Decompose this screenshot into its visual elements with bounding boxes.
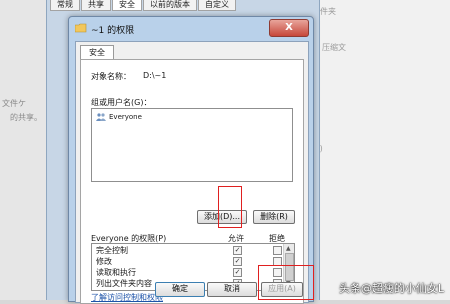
tab-sharing[interactable]: 共享 (81, 0, 111, 11)
users-icon (96, 113, 106, 121)
bg-left-text: 文件ケ (2, 99, 26, 108)
group-users-label: 组或用户名(G)： (91, 98, 152, 107)
dialog-client: 安全 对象名称： D:\~1 组或用户名(G)： Everyone 添加(D).… (75, 41, 309, 304)
title-bar[interactable]: ~1 的权限 X (69, 17, 313, 39)
cancel-button[interactable]: 取消 (207, 282, 257, 297)
close-button[interactable]: X (269, 19, 309, 37)
ok-button[interactable]: 确定 (155, 282, 205, 297)
bg-right-text: 压缩文 (322, 43, 346, 52)
object-name-label: 对象名称： (91, 72, 131, 81)
user-name: Everyone (109, 113, 142, 121)
allow-checkbox[interactable]: ✓ (233, 246, 242, 255)
watermark-text: 头条@超瘦的小仙女L (338, 282, 444, 295)
deny-checkbox[interactable] (273, 246, 282, 255)
dialog-title: ~1 的权限 (91, 26, 135, 36)
access-control-link[interactable]: 了解访问控制和权限 (91, 292, 163, 303)
allow-column-highlight (218, 186, 242, 228)
allow-checkbox[interactable]: ✓ (233, 268, 242, 277)
background-right-panel: 文件夹 压缩文 (P ... (L) (310, 0, 450, 300)
tab-general[interactable]: 常规 (50, 0, 80, 11)
apply-button-highlight (258, 265, 314, 300)
tab-previous-versions[interactable]: 以前的版本 (143, 0, 197, 11)
tab-security-perm[interactable]: 安全 (80, 45, 114, 60)
user-list[interactable]: Everyone (91, 108, 293, 182)
allow-checkbox[interactable]: ✓ (233, 257, 242, 266)
scroll-up-icon[interactable]: ▲ (286, 245, 291, 252)
remove-button[interactable]: 删除(R) (253, 210, 295, 224)
tab-customize[interactable]: 自定义 (198, 0, 236, 11)
bg-left-text: 的共享。 (10, 113, 42, 122)
folder-icon (75, 23, 87, 33)
permission-name: 读取 (96, 289, 112, 290)
permission-row: 完全控制 ✓ (92, 244, 282, 255)
permission-row: 读取和执行 ✓ (92, 266, 282, 277)
permissions-dialog: ~1 的权限 X 安全 对象名称： D:\~1 组或用户名(G)： Everyo… (68, 16, 314, 304)
list-item[interactable]: Everyone (96, 113, 142, 121)
permission-row: 修改 ✓ (92, 255, 282, 266)
object-name-value: D:\~1 (143, 71, 167, 80)
tab-security[interactable]: 安全 (112, 0, 142, 11)
properties-tabs: 常规 共享 安全 以前的版本 自定义 (50, 0, 237, 11)
